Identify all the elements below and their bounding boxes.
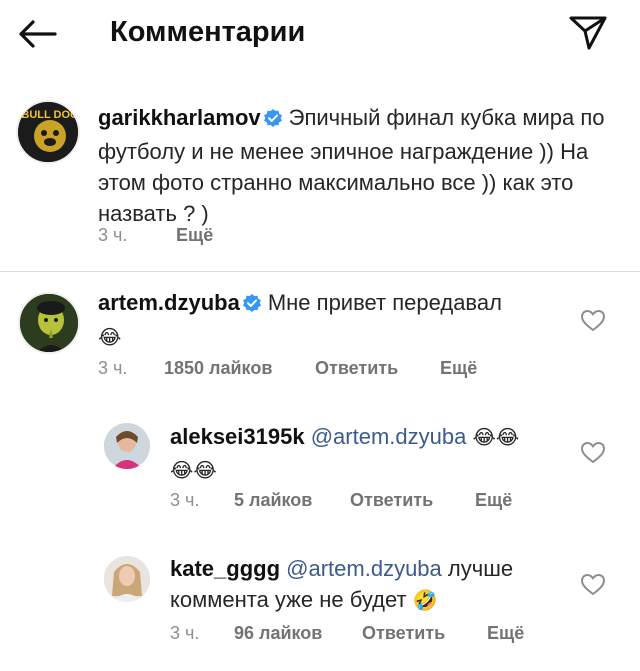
share-button[interactable]: [566, 12, 610, 54]
laughing-emoji: 😂😂: [170, 460, 217, 482]
verified-badge-icon: [263, 105, 283, 136]
reply-button[interactable]: Ответить: [362, 622, 445, 644]
svg-text:BULL DOG: BULL DOG: [21, 109, 78, 121]
likes-count[interactable]: 1850 лайков: [164, 357, 272, 379]
comment-username[interactable]: kate_gggg: [170, 556, 280, 581]
comment-meta: 3 ч. 5 лайков Ответить Ещё: [170, 489, 570, 511]
mention-link[interactable]: @artem.dzyuba: [286, 556, 442, 581]
comment-body-line2: коммента уже не будет: [170, 587, 407, 612]
avatar[interactable]: [104, 556, 150, 602]
page-title: Комментарии: [110, 16, 306, 48]
user-photo-image: [104, 423, 150, 469]
arrow-left-icon: [19, 20, 57, 48]
caption-text: garikkharlamov Эпичный финал кубка мира п…: [98, 102, 618, 229]
more-button[interactable]: Ещё: [440, 357, 477, 379]
avatar[interactable]: [18, 292, 80, 354]
reply-button[interactable]: Ответить: [350, 489, 433, 511]
more-button[interactable]: Ещё: [487, 622, 524, 644]
comment-text: artem.dzyuba Мне привет передавал 😂: [98, 287, 568, 354]
comment-meta: 3 ч. 1850 лайков Ответить Ещё: [98, 357, 538, 379]
heart-icon: [580, 573, 606, 596]
comment-text: aleksei3195k @artem.dzyuba 😂😂 😂😂: [170, 421, 570, 487]
comment-time: 3 ч.: [170, 623, 200, 643]
mention-link[interactable]: @artem.dzyuba: [311, 424, 467, 449]
rolling-laughing-emoji: 🤣: [412, 590, 438, 612]
verified-badge-icon: [242, 290, 262, 321]
header-bar: Комментарии: [0, 0, 640, 66]
comment-time: 3 ч.: [98, 358, 128, 378]
heart-icon: [580, 441, 606, 464]
comment-username[interactable]: aleksei3195k: [170, 424, 305, 449]
more-button[interactable]: Ещё: [475, 489, 512, 511]
divider: [0, 271, 640, 272]
reply-button[interactable]: Ответить: [315, 357, 398, 379]
send-icon: [569, 16, 607, 50]
likes-count[interactable]: 5 лайков: [234, 489, 312, 511]
user-photo-image: [20, 294, 78, 352]
caption-more-button[interactable]: Ещё: [176, 224, 213, 246]
heart-icon: [580, 309, 606, 332]
like-button[interactable]: [580, 440, 606, 466]
comment-meta: 3 ч. 96 лайков Ответить Ещё: [170, 622, 570, 644]
comment-body: лучше: [447, 556, 514, 581]
like-button[interactable]: [580, 308, 606, 334]
comment-time: 3 ч.: [170, 490, 200, 510]
bulldog-logo-image: BULL DOG: [18, 102, 78, 162]
user-photo-image: [104, 556, 150, 602]
likes-count[interactable]: 96 лайков: [234, 622, 322, 644]
comment-text: kate_gggg @artem.dzyuba лучше коммента уж…: [170, 553, 570, 617]
comment-body: Мне привет передавал: [267, 290, 502, 315]
comment-username[interactable]: artem.dzyuba: [98, 290, 240, 315]
laughing-emoji: 😂😂: [472, 427, 520, 449]
like-button[interactable]: [580, 572, 606, 598]
laughing-emoji: 😂: [98, 327, 122, 349]
back-button[interactable]: [14, 14, 60, 54]
caption-time: 3 ч.: [98, 225, 128, 245]
caption-username[interactable]: garikkharlamov: [98, 105, 261, 130]
avatar[interactable]: BULL DOG: [16, 100, 80, 164]
avatar[interactable]: [104, 423, 150, 469]
caption-meta: 3 ч. Ещё: [98, 224, 398, 246]
